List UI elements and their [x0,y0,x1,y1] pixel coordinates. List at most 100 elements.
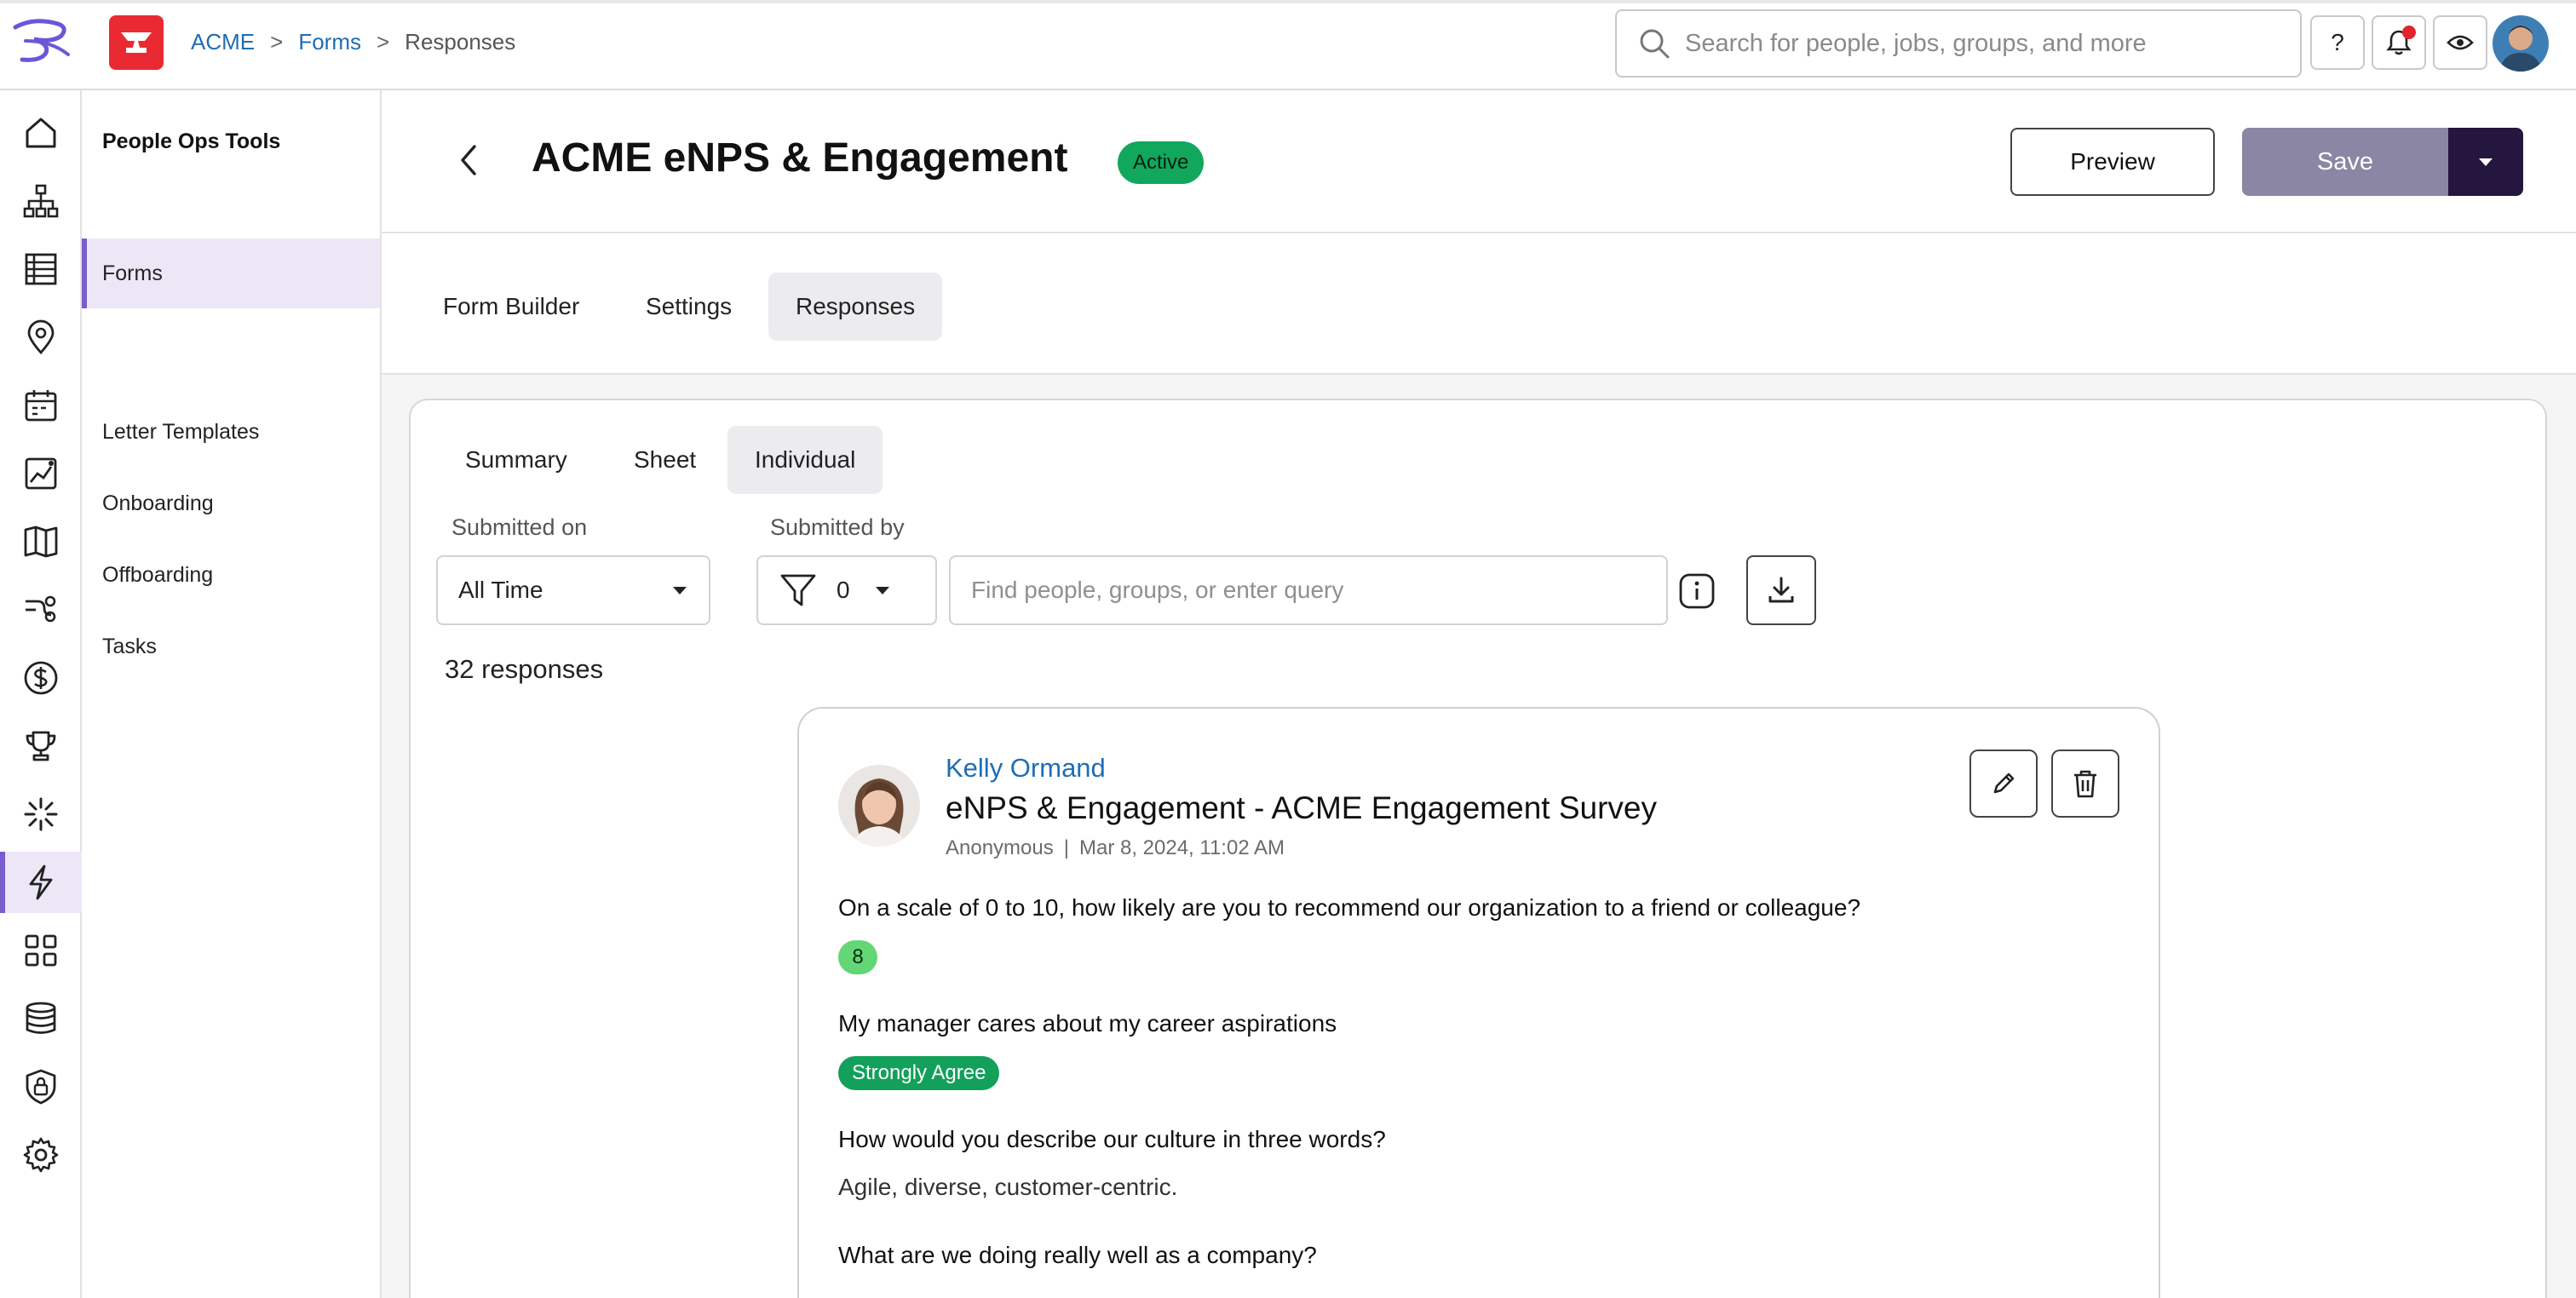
trophy-icon [26,731,56,761]
caret-down-icon [2479,158,2493,166]
trash-icon [2074,770,2096,798]
score-answer-badge: 8 [838,940,877,974]
caret-down-icon [875,587,889,594]
save-options-button[interactable] [2448,128,2523,196]
delete-response-button[interactable] [2051,750,2119,818]
download-button[interactable] [1746,555,1816,625]
submitted-by-label: Submitted by [770,514,905,540]
responses-panel: Summary Sheet Individual Submitted on Al… [409,399,2547,1298]
dollar-icon [24,661,58,695]
app-logo-icon[interactable] [9,15,73,72]
query-input[interactable] [971,577,1644,604]
tab-settings[interactable]: Settings [618,273,759,341]
submitted-by-filter[interactable]: 0 [756,555,937,625]
tab-form-builder[interactable]: Form Builder [416,273,607,341]
page-title: ACME eNPS & Engagement [532,135,1068,181]
main-content: ACME eNPS & Engagement Active Preview Sa… [382,90,2576,1298]
sidebar-item-letter-templates[interactable]: Letter Templates [82,397,380,467]
save-button[interactable]: Save [2242,128,2448,196]
edit-response-button[interactable] [1969,750,2038,818]
nav-security[interactable] [0,1056,82,1117]
question-text: How would you describe our culture in th… [838,1126,1386,1152]
tab-responses[interactable]: Responses [768,273,943,341]
response-form-title: eNPS & Engagement - ACME Engagement Surv… [946,790,1657,825]
user-avatar[interactable] [2493,15,2549,72]
eye-icon [2447,35,2474,50]
preview-button[interactable]: Preview [2010,128,2215,196]
workflow-icon [26,595,56,623]
response-card: Kelly Ormand eNPS & Engagement - ACME En… [797,707,2160,1298]
subtab-summary[interactable]: Summary [438,426,595,494]
top-accent-line [0,0,2576,3]
icon-rail [0,90,82,1298]
question-text: On a scale of 0 to 10, how likely are yo… [838,894,1861,921]
submission-timestamp: Mar 8, 2024, 11:02 AM [1078,836,1285,859]
back-button[interactable] [446,138,491,182]
form-tabs: Form Builder Settings Responses [382,233,2576,375]
sidebar-item-tasks[interactable]: Tasks [82,612,380,681]
nav-analytics[interactable] [0,443,82,504]
sidebar-item-onboarding[interactable]: Onboarding [82,468,380,538]
breadcrumb-acme-link[interactable]: ACME [191,29,255,55]
nav-workflows[interactable] [0,579,82,640]
org-chart-icon [23,184,59,218]
filter-count: 0 [837,577,850,603]
text-answer: Agile, diverse, customer-centric. [838,1174,1178,1200]
meta-separator: | [1063,836,1069,859]
nav-recognition[interactable] [0,715,82,777]
nav-calendar[interactable] [0,375,82,436]
notifications-button[interactable] [2372,15,2426,70]
search-input[interactable] [1685,29,2281,58]
nav-people-ops-tools[interactable] [0,852,82,913]
submitted-on-select[interactable]: All Time [436,555,710,625]
submitted-on-label: Submitted on [451,514,588,540]
download-icon [1768,577,1794,603]
breadcrumb-current: Responses [405,29,516,55]
nav-locations[interactable] [0,307,82,368]
nav-tables[interactable] [0,238,82,300]
responses-count: 32 responses [445,654,604,684]
info-icon [1679,573,1715,609]
top-bar: ACME > Forms > Responses ? [0,0,2576,90]
nav-home[interactable] [0,102,82,164]
subtab-individual[interactable]: Individual [727,426,883,494]
breadcrumb-separator: > [270,29,284,55]
respondent-avatar-image [838,765,920,847]
location-pin-icon [27,319,55,355]
analytics-icon [25,457,57,490]
nav-apps[interactable] [0,920,82,981]
respondent-avatar [838,765,920,847]
caret-down-icon [673,587,687,594]
question-text: What are we doing really well as a compa… [838,1242,1317,1268]
respondent-name-link[interactable]: Kelly Ormand [946,753,1106,784]
breadcrumb: ACME > Forms > Responses [191,29,515,55]
subtab-sheet[interactable]: Sheet [607,426,723,494]
anvil-icon [121,32,152,53]
query-info-button[interactable] [1678,572,1716,610]
anonymity-label: Anonymous [946,836,1054,859]
user-avatar-image [2493,15,2549,72]
notification-dot [2402,26,2416,39]
nav-knowledge-base[interactable] [0,511,82,572]
database-icon [26,1002,56,1034]
nav-compensation[interactable] [0,647,82,709]
global-search [1615,9,2302,78]
nav-org-chart[interactable] [0,170,82,232]
search-icon [1640,29,1670,59]
chevron-left-icon [461,145,476,175]
table-icon [25,253,57,285]
help-button[interactable]: ? [2310,15,2365,70]
breadcrumb-forms-link[interactable]: Forms [298,29,361,55]
company-logo[interactable] [109,15,164,70]
book-icon [24,526,58,558]
sidebar-item-forms[interactable]: Forms [82,238,380,308]
nav-settings[interactable] [0,1124,82,1186]
view-as-button[interactable] [2433,15,2487,70]
response-meta: Anonymous | Mar 8, 2024, 11:02 AM [946,836,1285,860]
sidebar-item-offboarding[interactable]: Offboarding [82,540,380,610]
nav-data[interactable] [0,988,82,1049]
apps-grid-icon [25,934,57,967]
nav-engagement[interactable] [0,784,82,845]
page-header: ACME eNPS & Engagement Active Preview Sa… [382,90,2576,233]
choice-answer-badge: Strongly Agree [838,1056,1000,1090]
